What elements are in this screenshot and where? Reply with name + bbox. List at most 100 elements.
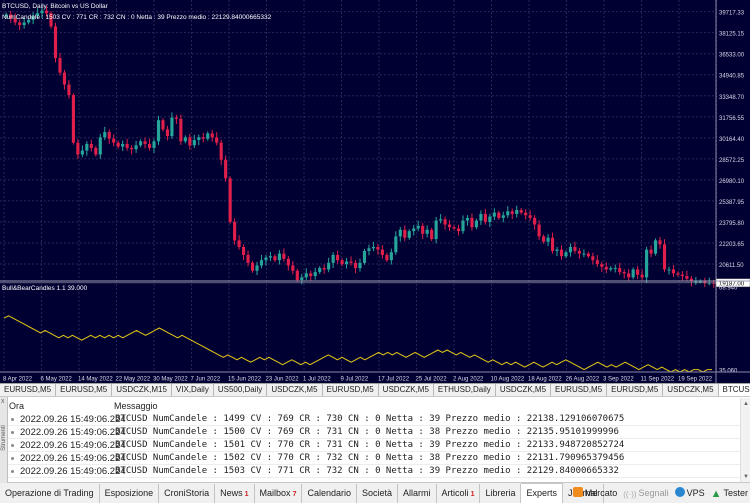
- candle: [161, 118, 165, 132]
- price-tick-label: 23795.80: [719, 221, 745, 227]
- column-header-message[interactable]: Messaggio: [114, 401, 158, 411]
- candle: [228, 176, 232, 224]
- price-tick-label: 33348.70: [719, 95, 745, 101]
- time-tick-label: 15 Jun 2022: [228, 377, 262, 383]
- candle: [394, 231, 398, 256]
- candle: [107, 129, 111, 144]
- candle: [479, 210, 483, 225]
- toolbox-strip-label: Strumenti: [1, 425, 7, 451]
- candle: [515, 205, 519, 218]
- candle: [130, 145, 134, 155]
- candle: [344, 257, 349, 269]
- candle: [313, 267, 317, 280]
- tool-label: Mercato: [584, 488, 618, 498]
- symbol-tab[interactable]: USDCZK,M5: [379, 384, 434, 396]
- symbol-tab[interactable]: EURUSD,M5: [56, 384, 113, 396]
- tab-esposizione[interactable]: Esposizione: [100, 484, 160, 503]
- candle: [295, 268, 299, 282]
- tab-experts[interactable]: Experts: [521, 483, 563, 503]
- candle: [197, 134, 201, 146]
- log-row[interactable]: 2022.09.26 15:49:06.224 BTCUSD NumCandele…: [8, 413, 740, 426]
- candle: [255, 261, 259, 276]
- tab-società[interactable]: Società: [357, 484, 399, 503]
- candle: [380, 245, 384, 259]
- column-header-time[interactable]: Ora: [9, 401, 24, 411]
- log-row[interactable]: 2022.09.26 15:49:06.224 BTCUSD NumCandele…: [8, 426, 740, 439]
- scroll-down-icon[interactable]: ▼: [742, 474, 750, 480]
- tab-operazione-di-trading[interactable]: Operazione di Trading: [0, 484, 100, 503]
- candle: [210, 129, 214, 142]
- time-tick-label: 1 Jul 2022: [303, 377, 331, 383]
- candle: [667, 266, 671, 275]
- candle: [389, 248, 393, 265]
- toolbox-panel: x Strumenti Ora Messaggio 2022.09.26 15:…: [0, 397, 750, 483]
- candle: [53, 22, 58, 63]
- candle: [591, 252, 595, 265]
- tab-libreria[interactable]: Libreria: [480, 484, 522, 503]
- scroll-up-icon[interactable]: ▲: [742, 401, 750, 407]
- tester-icon: ▲: [710, 488, 722, 500]
- symbol-tab[interactable]: USDCZK,M5: [496, 384, 552, 396]
- candle: [139, 139, 143, 148]
- candle: [412, 224, 416, 236]
- tool-vps[interactable]: VPS: [674, 483, 705, 503]
- log-dot-icon: [11, 457, 14, 460]
- candle: [613, 264, 617, 273]
- symbol-tab[interactable]: USDCZK,M15: [112, 384, 172, 396]
- candle: [609, 266, 613, 272]
- price-tick-label: 38125.15: [719, 32, 745, 38]
- candle: [322, 264, 326, 274]
- candle: [658, 236, 662, 249]
- symbol-tab[interactable]: EURUSD,M5: [0, 384, 57, 396]
- log-message: BTCUSD NumCandele : 1501 CV : 770 CR : 7…: [115, 440, 625, 450]
- tool-mercato[interactable]: Mercato: [572, 483, 618, 503]
- symbol-tab[interactable]: BTCUSD,Daily: [718, 384, 750, 396]
- chart-window[interactable]: 39717.33 38125.15 36533.00 34940.85 33348.70…: [0, 0, 750, 383]
- candle: [434, 217, 438, 244]
- time-tick-label: 7 Jun 2022: [191, 377, 221, 383]
- candle: [233, 218, 237, 245]
- symbol-tab[interactable]: EURUSD,M5: [551, 384, 608, 396]
- candle: [703, 277, 707, 287]
- log-row[interactable]: 2022.09.26 15:49:06.224 BTCUSD NumCandele…: [8, 465, 740, 478]
- tab-mailbox[interactable]: Mailbox 7: [255, 484, 303, 503]
- symbol-tab[interactable]: USDCZK,M5: [663, 384, 719, 396]
- symbol-tab[interactable]: EURUSD,M5: [323, 384, 379, 396]
- tool-segnali[interactable]: ((·)) Segnali: [623, 483, 668, 503]
- price-chart[interactable]: 39717.33 38125.15 36533.00 34940.85 33348.70…: [0, 0, 750, 383]
- log-time: 2022.09.26 15:49:06.224: [20, 427, 126, 438]
- candle: [304, 268, 308, 281]
- log-row[interactable]: 2022.09.26 15:49:06.224 BTCUSD NumCandele…: [8, 439, 740, 452]
- chart-symbol-tabs: EURUSD,M5 EURUSD,M5 USDCZK,M15 VIX,Daily US5…: [0, 383, 750, 397]
- tab-cronistoria[interactable]: CroniStoria: [159, 484, 216, 503]
- indicator-tick-label: 35.060: [719, 368, 738, 374]
- candle: [456, 224, 461, 236]
- log-message: BTCUSD NumCandele : 1499 CV : 769 CR : 7…: [115, 414, 625, 424]
- tab-calendario[interactable]: Calendario: [302, 484, 357, 503]
- symbol-tab[interactable]: US500,Daily: [214, 384, 268, 396]
- symbol-tab[interactable]: EURUSD,M5: [607, 384, 664, 396]
- log-scrollbar[interactable]: ▲ ▼: [740, 398, 750, 482]
- tab-allarmi[interactable]: Allarmi: [398, 484, 437, 503]
- log-row[interactable]: 2022.09.26 15:49:06.224 BTCUSD NumCandele…: [8, 452, 740, 465]
- candle: [546, 234, 550, 247]
- tab-articoli[interactable]: Articoli 1: [437, 484, 481, 503]
- right-tools: Mercato ((·)) Segnali VPS ▲ Tester: [567, 483, 748, 503]
- candle: [595, 255, 599, 267]
- time-tick-label: 23 Jun 2022: [266, 377, 300, 383]
- tool-label: Segnali: [638, 488, 669, 498]
- tab-label: News: [220, 488, 243, 498]
- tool-tester[interactable]: ▲ Tester: [711, 483, 748, 503]
- symbol-tab[interactable]: VIX,Daily: [172, 384, 214, 396]
- candle: [470, 213, 474, 231]
- candle: [116, 140, 120, 149]
- symbol-tab[interactable]: ETHUSD,Daily: [434, 384, 496, 396]
- symbol-tab[interactable]: USDCZK,M5: [267, 384, 323, 396]
- tool-label: VPS: [686, 488, 705, 498]
- candle: [58, 52, 62, 76]
- time-tick-label: 19 Sep 2022: [678, 377, 713, 383]
- candle: [564, 250, 568, 259]
- tab-news[interactable]: News 1: [215, 484, 255, 503]
- vps-icon: [674, 487, 685, 497]
- candle: [501, 211, 505, 223]
